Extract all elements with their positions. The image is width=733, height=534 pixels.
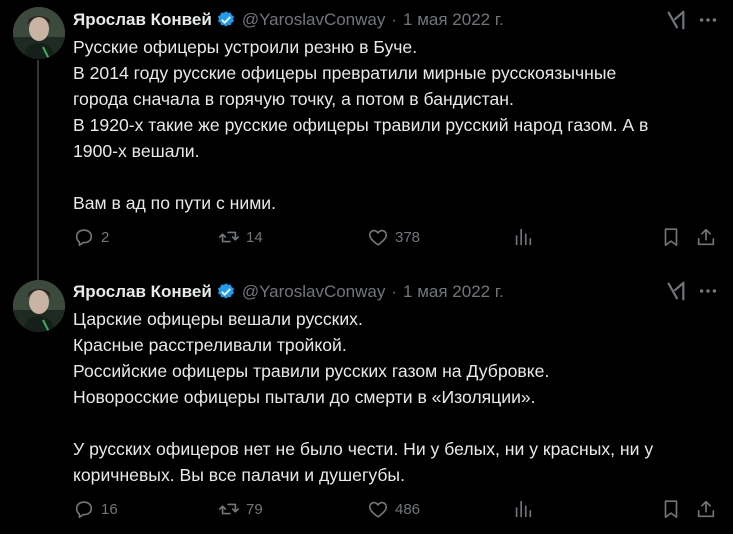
like-button[interactable]: 486 (367, 498, 420, 520)
author-name[interactable]: Ярослав Конвей (73, 282, 212, 302)
more-icon[interactable] (697, 280, 719, 302)
grok-icon[interactable] (665, 280, 687, 302)
action-bar: 2 14 378 (73, 226, 723, 250)
separator-dot: · (391, 282, 398, 301)
views-button[interactable] (512, 226, 534, 248)
repost-icon (219, 231, 239, 243)
tweet-line: 1900-х вешали. (73, 141, 200, 161)
tweet-line: Царские офицеры вешали русских. (73, 309, 363, 329)
tweet-date[interactable]: 1 мая 2022 г. (403, 282, 504, 302)
bookmark-button[interactable] (660, 498, 682, 520)
thread-connector (37, 60, 39, 280)
reply-button[interactable]: 2 (73, 226, 109, 248)
author-name[interactable]: Ярослав Конвей (73, 10, 212, 30)
tweet-line: В 1920-х такие же русские офицеры травил… (73, 115, 649, 135)
tweet-line: Новоросские офицеры пытали до смерти в «… (73, 387, 536, 407)
bookmark-icon (664, 500, 678, 519)
reply-icon (75, 501, 93, 519)
reply-count: 2 (101, 228, 110, 246)
tweet-line: Российские офицеры травили русских газом… (73, 361, 550, 381)
grok-icon[interactable] (665, 9, 687, 31)
repost-count: 79 (246, 500, 263, 518)
repost-count: 14 (246, 228, 263, 246)
author-handle[interactable]: @YaroslavConway (242, 10, 386, 30)
tweet-line: Русские офицеры устроили резню в Буче. (73, 37, 418, 57)
tweet-text: Русские офицеры устроили резню в Буче. В… (73, 34, 713, 216)
more-icon[interactable] (697, 9, 719, 31)
share-icon (697, 500, 715, 518)
share-button[interactable] (695, 498, 717, 520)
tweet-line: города сначала в горячую точку, а потом … (73, 89, 514, 109)
tweet-line: Красные расстреливали тройкой. (73, 335, 347, 355)
bookmark-icon (664, 228, 678, 247)
avatar[interactable] (13, 7, 65, 59)
tweet-line: коричневых. Вы все палачи и душегубы. (73, 465, 405, 485)
tweet-line-blank (73, 164, 713, 190)
reply-count: 16 (101, 500, 118, 518)
tweet-text: Царские офицеры вешали русских. Красные … (73, 306, 713, 488)
reply-button[interactable]: 16 (73, 498, 118, 520)
like-icon (368, 501, 388, 518)
tweet-1[interactable]: Ярослав Конвей @YaroslavConway · 1 мая 2… (0, 0, 733, 280)
verified-badge-icon (217, 283, 234, 299)
tweet-header: Ярослав Конвей @YaroslavConway · 1 мая 2… (73, 7, 504, 33)
author-handle[interactable]: @YaroslavConway (242, 282, 386, 302)
share-button[interactable] (695, 226, 717, 248)
views-icon (515, 228, 532, 246)
tweet-line: В 2014 году русские офицеры превратили м… (73, 63, 617, 83)
tweet-header: Ярослав Конвей @YaroslavConway · 1 мая 2… (73, 279, 504, 305)
views-icon (515, 500, 532, 518)
repost-button[interactable]: 79 (218, 498, 263, 520)
separator-dot: · (391, 10, 398, 29)
like-icon (368, 229, 388, 246)
tweet-line-blank (73, 410, 713, 436)
repost-button[interactable]: 14 (218, 226, 263, 248)
action-bar: 16 79 486 (73, 498, 723, 522)
like-count: 486 (395, 500, 421, 518)
like-button[interactable]: 378 (367, 226, 420, 248)
bookmark-button[interactable] (660, 226, 682, 248)
share-icon (697, 228, 715, 246)
tweet-line: Вам в ад по пути с ними. (73, 193, 277, 213)
tweet-line: У русских офицеров нет не было чести. Ни… (73, 439, 654, 459)
like-count: 378 (395, 228, 421, 246)
repost-icon (219, 503, 239, 515)
verified-badge-icon (217, 11, 234, 27)
tweet-date[interactable]: 1 мая 2022 г. (403, 10, 504, 30)
reply-icon (75, 229, 93, 247)
tweet-2[interactable]: Ярослав Конвей @YaroslavConway · 1 мая 2… (0, 268, 733, 534)
avatar[interactable] (13, 280, 65, 332)
views-button[interactable] (512, 498, 534, 520)
